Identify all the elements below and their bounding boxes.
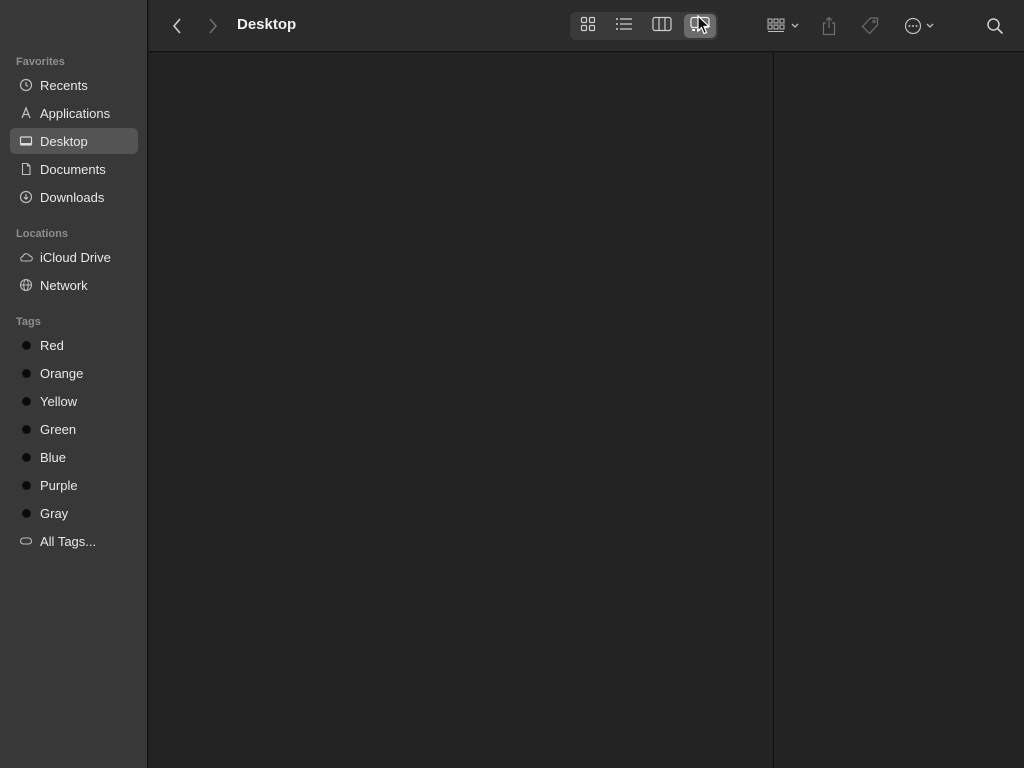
sidebar-item-label: Desktop xyxy=(40,133,88,149)
all-tags-icon xyxy=(18,533,34,549)
sidebar-item-label: Network xyxy=(40,277,88,293)
tag-dot-icon xyxy=(18,505,34,521)
tag-dot-icon xyxy=(18,477,34,493)
sidebar-item-recents[interactable]: Recents xyxy=(10,72,138,98)
tag-dot-icon xyxy=(18,421,34,437)
column-view-button[interactable] xyxy=(646,14,678,38)
ellipsis-circle-icon xyxy=(904,17,922,35)
cloud-icon xyxy=(18,249,34,265)
sidebar-item-label: All Tags... xyxy=(40,533,97,549)
sidebar-item-label: Recents xyxy=(40,77,88,93)
sidebar-item-label: Applications xyxy=(40,105,111,121)
preview-pane xyxy=(774,53,1024,768)
icon-view-button[interactable] xyxy=(572,14,604,38)
share-icon xyxy=(821,16,837,36)
sidebar-item-label: Downloads xyxy=(40,189,105,205)
sidebar-item-label: Gray xyxy=(40,505,69,521)
icon-grid-icon xyxy=(580,16,596,37)
sidebar: Favorites Recents Applications Desktop D… xyxy=(0,0,148,768)
share-button[interactable] xyxy=(817,13,841,39)
chevron-down-icon xyxy=(926,23,934,29)
toolbar: Desktop xyxy=(149,0,1024,52)
sidebar-item-label: Documents xyxy=(40,161,106,177)
back-button[interactable] xyxy=(167,14,187,38)
forward-button[interactable] xyxy=(203,14,223,38)
group-by-button[interactable] xyxy=(763,14,803,38)
sidebar-item-label: iCloud Drive xyxy=(40,249,111,265)
tag-dot-icon xyxy=(18,337,34,353)
search-icon xyxy=(986,17,1004,35)
view-mode-group xyxy=(570,12,718,40)
sidebar-tag-blue[interactable]: Blue xyxy=(10,444,138,470)
window-title: Desktop xyxy=(237,16,297,33)
sidebar-item-label: Green xyxy=(40,421,77,437)
document-icon xyxy=(18,161,34,177)
globe-icon xyxy=(18,277,34,293)
tag-dot-icon xyxy=(18,449,34,465)
sidebar-item-label: Red xyxy=(40,337,64,353)
clock-icon xyxy=(18,77,34,93)
search-button[interactable] xyxy=(983,14,1007,38)
sidebar-all-tags[interactable]: All Tags... xyxy=(10,528,138,554)
desktop-icon xyxy=(18,133,34,149)
sidebar-item-documents[interactable]: Documents xyxy=(10,156,138,182)
chevron-left-icon xyxy=(172,18,182,34)
group-grid-icon xyxy=(767,18,787,34)
sidebar-item-label: Blue xyxy=(40,449,67,465)
tag-dot-icon xyxy=(18,393,34,409)
sidebar-item-desktop[interactable]: Desktop xyxy=(10,128,138,154)
sidebar-item-applications[interactable]: Applications xyxy=(10,100,138,126)
sidebar-item-downloads[interactable]: Downloads xyxy=(10,184,138,210)
list-view-button[interactable] xyxy=(608,14,640,38)
sidebar-tag-purple[interactable]: Purple xyxy=(10,472,138,498)
chevron-right-icon xyxy=(208,18,218,34)
tags-header: Tags xyxy=(16,316,41,328)
sidebar-tag-green[interactable]: Green xyxy=(10,416,138,442)
tag-icon xyxy=(860,16,880,36)
tag-dot-icon xyxy=(18,365,34,381)
more-actions-button[interactable] xyxy=(899,14,939,38)
sidebar-item-label: Yellow xyxy=(40,393,78,409)
columns-icon xyxy=(652,16,672,37)
sidebar-tag-gray[interactable]: Gray xyxy=(10,500,138,526)
sidebar-item-label: Purple xyxy=(40,477,78,493)
sidebar-tag-red[interactable]: Red xyxy=(10,332,138,358)
locations-header: Locations xyxy=(16,228,68,240)
sidebar-item-network[interactable]: Network xyxy=(10,272,138,298)
sidebar-item-icloud-drive[interactable]: iCloud Drive xyxy=(10,244,138,270)
applications-icon xyxy=(18,105,34,121)
sidebar-tag-yellow[interactable]: Yellow xyxy=(10,388,138,414)
tag-button[interactable] xyxy=(857,14,883,38)
mouse-cursor-icon xyxy=(697,14,711,40)
file-browser-pane[interactable] xyxy=(149,53,773,768)
sidebar-tag-orange[interactable]: Orange xyxy=(10,360,138,386)
list-icon xyxy=(615,17,633,36)
favorites-header: Favorites xyxy=(16,56,65,68)
sidebar-item-label: Orange xyxy=(40,365,84,381)
chevron-down-icon xyxy=(791,23,799,29)
download-icon xyxy=(18,189,34,205)
